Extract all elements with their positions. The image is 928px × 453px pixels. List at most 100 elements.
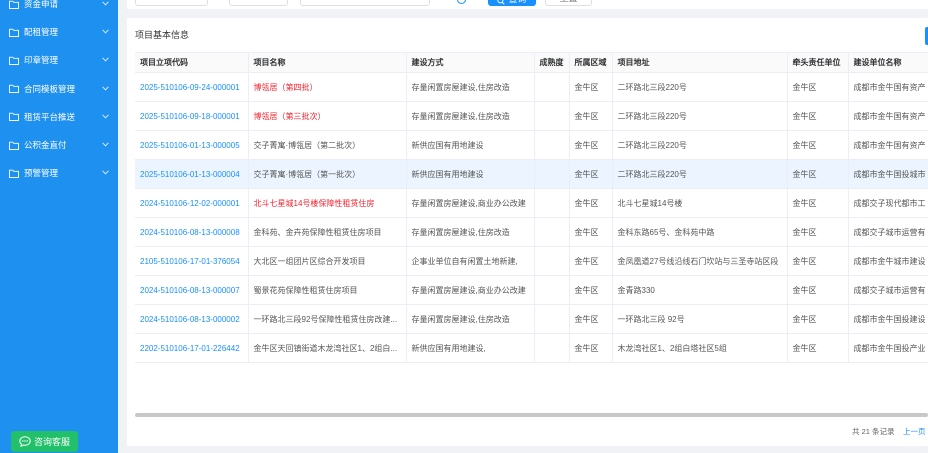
cell-maturity (534, 101, 570, 131)
cell-code[interactable]: 2024-510106-08-13-000007 (135, 275, 249, 305)
chevron-down-icon[interactable] (102, 142, 109, 147)
chevron-down-icon[interactable] (102, 86, 109, 91)
sidebar-item-label: 配租管理 (24, 27, 59, 38)
filter-bar: 查询 重置 (127, 0, 928, 9)
table-row[interactable]: 2025-510106-01-13-000005 交子菁寓·博瓴居（第二批次） 新供… (135, 130, 928, 160)
cell-lead-unit: 金牛区 (787, 188, 849, 218)
cell-method: 存量闲置房屋建设,住房改造 (406, 101, 535, 131)
cell-address: 金青路330 (612, 275, 788, 305)
cell-region: 金牛区 (569, 304, 613, 334)
cell-code[interactable]: 2202-510106-17-01-226442 (135, 333, 249, 363)
cell-name: 金牛区天回镇街道木龙湾社区1、2组白... (248, 333, 407, 363)
cell-method: 新供应国有用地建设 (406, 130, 535, 160)
sidebar-item-label: 租赁平台推送 (24, 111, 76, 122)
cell-builder: 成都交子城市运营有 (848, 217, 928, 247)
cell-lead-unit: 金牛区 (787, 101, 849, 131)
cell-code[interactable]: 2024-510106-08-13-000002 (135, 304, 249, 334)
filter-input-start[interactable] (135, 0, 208, 6)
cell-lead-unit: 金牛区 (787, 72, 849, 102)
cell-address: 二环路北三段220号 (612, 130, 788, 160)
sidebar-item-label: 资金申请 (24, 0, 59, 10)
cell-lead-unit: 金牛区 (787, 333, 849, 363)
table-row[interactable]: 2024-510106-08-13-000002 一环路北三段92号保障性租赁住房… (135, 304, 928, 334)
cell-region: 金牛区 (569, 188, 613, 218)
cell-code[interactable]: 2025-510106-09-24-000001 (135, 72, 249, 102)
sidebar-item-alerts[interactable]: 预警管理 (0, 159, 118, 187)
cell-region: 金牛区 (569, 275, 613, 305)
folder-icon (9, 169, 19, 178)
cell-builder: 成都市金牛城市建设 (848, 246, 928, 276)
cell-maturity (534, 275, 570, 305)
cell-code[interactable]: 2105-510106-17-01-376054 (135, 246, 249, 276)
cell-name: 博瓴居（第三批次） (248, 101, 407, 131)
column-header-lead-unit: 牵头责任单位 (787, 52, 849, 73)
cell-name: 交子菁寓·博瓴居（第二批次） (248, 130, 407, 160)
cell-method: 存量闲置房屋建设,商业办公改建 (406, 275, 535, 305)
cell-code[interactable]: 2024-510106-12-02-000001 (135, 188, 249, 218)
sidebar-item-fund-application[interactable]: 资金申请 (0, 0, 118, 18)
sidebar-item-rental-allocation[interactable]: 配租管理 (0, 18, 118, 46)
cell-builder: 成都市金牛国有资产 (848, 101, 928, 131)
table-row[interactable]: 2025-510106-09-18-000001 博瓴居（第三批次） 存量闲置房屋建… (135, 101, 928, 131)
table-row[interactable]: 2202-510106-17-01-226442 金牛区天回镇街道木龙湾社区1、2… (135, 333, 928, 363)
table-row[interactable]: 2025-510106-01-13-000004 交子菁寓·博瓴居（第一批次） 新供… (135, 159, 928, 189)
folder-icon (9, 112, 19, 122)
cell-code[interactable]: 2025-510106-01-13-000004 (135, 159, 249, 189)
filter-input-end[interactable] (229, 0, 288, 6)
table-row[interactable]: 2105-510106-17-01-376054 大北区一组团片区综合开发项目 企事… (135, 246, 928, 276)
filter-input-keyword[interactable] (300, 0, 430, 6)
cell-maturity (534, 188, 570, 218)
table-row[interactable]: 2024-510106-08-13-000008 金科苑、金卉苑保障性租赁住房项目… (135, 217, 928, 247)
column-header-address: 项目地址 (612, 52, 788, 73)
chevron-down-icon[interactable] (102, 170, 109, 175)
reset-button[interactable]: 重置 (545, 0, 592, 6)
column-header-name: 项目名称 (248, 52, 407, 73)
cell-maturity (534, 217, 570, 247)
sidebar-item-contract-templates[interactable]: 合同模板管理 (0, 75, 118, 103)
sidebar-item-platform-push[interactable]: 租赁平台推送 (0, 103, 118, 131)
sidebar-item-seal-management[interactable]: 印章管理 (0, 46, 118, 74)
folder-icon (9, 56, 19, 65)
chat-icon (19, 436, 31, 447)
chevron-down-icon[interactable] (102, 57, 109, 62)
column-header-method: 建设方式 (406, 52, 535, 73)
sidebar-item-label: 公积金直付 (24, 140, 67, 151)
column-header-maturity: 成熟度 (534, 52, 570, 73)
sidebar-item-provident-fund[interactable]: 公积金直付 (0, 131, 118, 159)
column-header-builder: 建设单位名称 (848, 52, 928, 73)
question-circle-icon[interactable] (457, 0, 466, 4)
cell-address: 金科东路65号、金科苑中路 (612, 217, 788, 247)
chevron-down-icon[interactable] (102, 114, 109, 119)
cell-code[interactable]: 2025-510106-09-18-000001 (135, 101, 249, 131)
cell-region: 金牛区 (569, 159, 613, 189)
table-body: 2025-510106-09-24-000001 博瓴居（第四批） 存量闲置房屋建设… (135, 72, 928, 363)
cell-code[interactable]: 2024-510106-08-13-000008 (135, 217, 249, 247)
cell-builder: 成都市金牛国投城市 (848, 159, 928, 189)
cell-lead-unit: 金牛区 (787, 304, 849, 334)
horizontal-scrollbar[interactable] (135, 413, 928, 417)
column-header-region: 所属区域 (569, 52, 613, 73)
cell-code[interactable]: 2025-510106-01-13-000005 (135, 130, 249, 160)
table-row[interactable]: 2024-510106-12-02-000001 北斗七星城14号楼保障性租赁住房… (135, 188, 928, 218)
table-row[interactable]: 2025-510106-09-24-000001 博瓴居（第四批） 存量闲置房屋建设… (135, 72, 928, 102)
cell-lead-unit: 金牛区 (787, 130, 849, 160)
sidebar-item-label: 预警管理 (24, 168, 59, 179)
table-row[interactable]: 2024-510106-08-13-000007 蜀景花苑保障性租赁住房项目 存量闲… (135, 275, 928, 305)
cell-address: 金凤凰道27号线沿线石门坎站与三圣寺站区段 (612, 246, 788, 276)
cell-maturity (534, 246, 570, 276)
pagination-prev-button[interactable]: 上一页 (903, 427, 926, 437)
cell-maturity (534, 333, 570, 363)
cell-name: 一环路北三段92号保障性租赁住房改建... (248, 304, 407, 334)
cell-method: 存量闲置房屋建设,住房改造 (406, 72, 535, 102)
cell-region: 金牛区 (569, 72, 613, 102)
customer-service-button[interactable]: 咨询客服 (11, 431, 78, 452)
cell-lead-unit: 金牛区 (787, 246, 849, 276)
chevron-down-icon[interactable] (102, 1, 109, 6)
folder-icon (9, 0, 19, 9)
chevron-down-icon[interactable] (102, 29, 109, 34)
page-title: 项目基本信息 (135, 30, 190, 40)
cell-builder: 成都交子城市运营有 (848, 275, 928, 305)
cell-name: 金科苑、金卉苑保障性租赁住房项目 (248, 217, 407, 247)
search-button[interactable]: 查询 (488, 0, 536, 6)
reset-button-label: 重置 (559, 0, 577, 4)
